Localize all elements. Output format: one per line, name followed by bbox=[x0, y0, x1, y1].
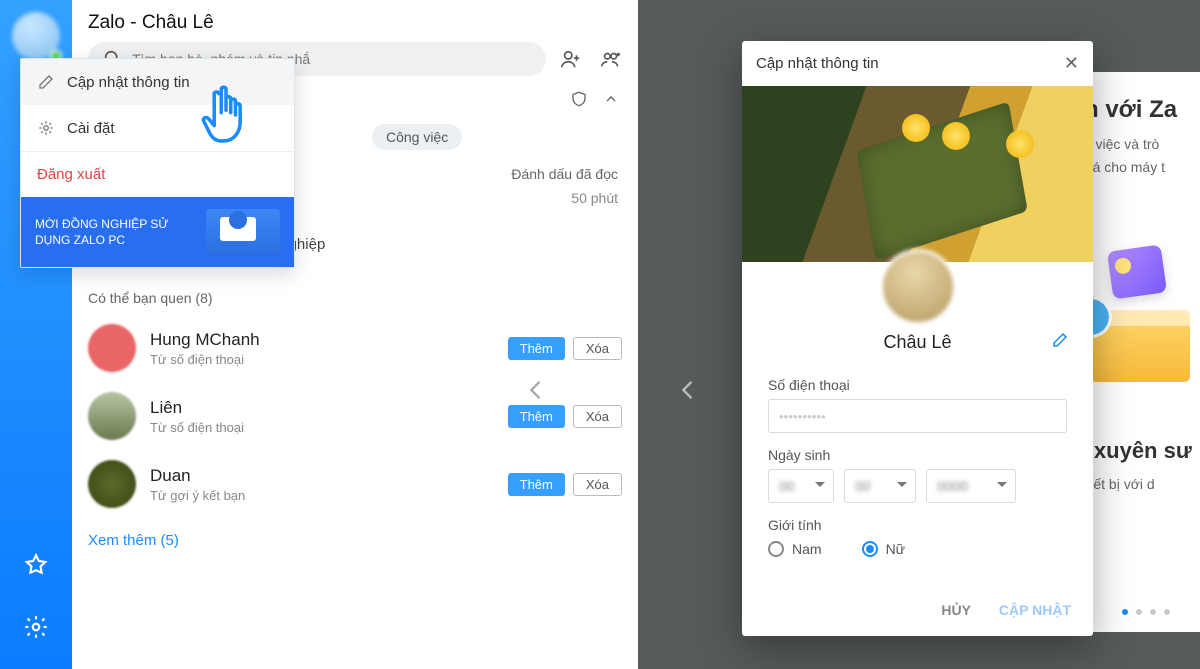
modal-title: Cập nhật thông tin bbox=[756, 55, 879, 72]
list-item[interactable]: Liên Từ số điện thoại Thêm Xóa bbox=[72, 382, 638, 450]
avatar bbox=[88, 392, 136, 440]
gear-icon bbox=[37, 119, 55, 137]
gender-female-radio[interactable]: Nữ bbox=[862, 541, 905, 557]
maybe-know-label: Có thể bạn quen (8) bbox=[72, 280, 638, 314]
see-more-link[interactable]: Xem thêm (5) bbox=[72, 518, 638, 563]
carousel-dots[interactable] bbox=[1122, 609, 1170, 615]
profile-avatar[interactable] bbox=[880, 249, 956, 325]
delete-button[interactable]: Xóa bbox=[573, 337, 622, 360]
folder-icon bbox=[1090, 310, 1190, 382]
add-friend-icon[interactable] bbox=[556, 44, 586, 74]
save-button[interactable]: CẬP NHẬT bbox=[999, 602, 1071, 618]
update-profile-modal: Cập nhật thông tin ✕ Châu Lê Số điện tho… bbox=[742, 41, 1093, 636]
profile-name: Châu Lê bbox=[883, 332, 951, 353]
promo-art bbox=[206, 209, 280, 255]
avatar bbox=[88, 324, 136, 372]
app-title: Zalo - Châu Lê bbox=[88, 6, 626, 42]
profile-menu: Cập nhật thông tin Cài đặt Đăng xuất MỜI… bbox=[20, 58, 295, 268]
chevron-up-icon[interactable] bbox=[600, 88, 622, 110]
edit-icon bbox=[37, 73, 55, 91]
list-item[interactable]: Duan Từ gợi ý kết bạn Thêm Xóa bbox=[72, 450, 638, 518]
delete-button[interactable]: Xóa bbox=[573, 473, 622, 496]
star-icon[interactable] bbox=[22, 551, 50, 579]
cover-photo[interactable] bbox=[742, 86, 1093, 262]
person-name: Duan bbox=[150, 466, 245, 486]
create-group-icon[interactable] bbox=[596, 44, 626, 74]
image-card-icon bbox=[1107, 244, 1167, 299]
add-button[interactable]: Thêm bbox=[508, 337, 565, 360]
chevron-left-icon[interactable] bbox=[522, 376, 550, 404]
shield-icon[interactable] bbox=[568, 88, 590, 110]
filter-chip-work[interactable]: Công việc bbox=[372, 124, 462, 150]
add-button[interactable]: Thêm bbox=[508, 473, 565, 496]
menu-update-profile[interactable]: Cập nhật thông tin bbox=[21, 59, 294, 105]
person-sub: Từ gợi ý kết bạn bbox=[150, 488, 245, 503]
edit-name-icon[interactable] bbox=[1051, 331, 1069, 354]
phone-field[interactable] bbox=[768, 399, 1067, 433]
dob-month-select[interactable]: 00 bbox=[844, 469, 916, 503]
promo-banner[interactable]: MỜI ĐỒNG NGHIỆP SỬ DỤNG ZALO PC bbox=[21, 197, 294, 267]
cancel-button[interactable]: HỦY bbox=[941, 602, 971, 618]
avatar bbox=[88, 460, 136, 508]
chevron-left-icon[interactable] bbox=[674, 376, 702, 409]
phone-label: Số điện thoại bbox=[768, 377, 1067, 393]
list-item[interactable]: Hung MChanh Từ số điện thoại Thêm Xóa bbox=[72, 314, 638, 382]
dob-label: Ngày sinh bbox=[768, 447, 1067, 463]
dob-day-select[interactable]: 00 bbox=[768, 469, 834, 503]
person-name: Hung MChanh bbox=[150, 330, 260, 350]
menu-logout[interactable]: Đăng xuất bbox=[21, 151, 294, 197]
close-icon[interactable]: ✕ bbox=[1064, 53, 1079, 74]
gender-label: Giới tính bbox=[768, 517, 1067, 533]
gender-male-radio[interactable]: Nam bbox=[768, 541, 822, 557]
person-sub: Từ số điện thoại bbox=[150, 352, 260, 367]
dob-year-select[interactable]: 0000 bbox=[926, 469, 1016, 503]
gear-icon[interactable] bbox=[22, 613, 50, 641]
delete-button[interactable]: Xóa bbox=[573, 405, 622, 428]
person-name: Liên bbox=[150, 398, 244, 418]
add-button[interactable]: Thêm bbox=[508, 405, 565, 428]
person-sub: Từ số điện thoại bbox=[150, 420, 244, 435]
avatar[interactable] bbox=[12, 12, 60, 60]
menu-settings[interactable]: Cài đặt bbox=[21, 105, 294, 151]
